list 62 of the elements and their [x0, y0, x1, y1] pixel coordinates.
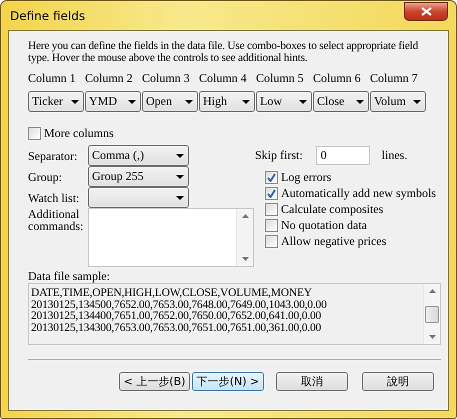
dialog-button[interactable]: 取消: [276, 372, 348, 391]
column-label: Column 5: [256, 71, 305, 87]
field-label: Group:: [28, 170, 63, 182]
dialog-button[interactable]: 說明: [362, 372, 434, 391]
caret-icon: [185, 100, 193, 104]
field-label: Watch list:: [28, 192, 80, 204]
column-combo[interactable]: High: [199, 91, 255, 112]
scroll-down-icon[interactable]: [428, 335, 436, 339]
caret-icon: [128, 100, 136, 104]
checkbox-label: More columns: [44, 126, 114, 140]
checkbox-label: No quotation data: [281, 218, 367, 232]
column-combo[interactable]: Low: [256, 91, 312, 112]
checkbox-label: Calculate composites: [281, 202, 384, 216]
checkbox-label: Log errors: [281, 170, 332, 184]
skip-lines-field[interactable]: 0: [316, 146, 370, 165]
column-label: Column 2: [85, 71, 134, 87]
dialog-button[interactable]: 下一步(N) >: [192, 372, 264, 391]
sample-text: DATE,TIME,OPEN,HIGH,LOW,CLOSE,VOLUME,MONEY 20130125,134500,7652.00,7653.00,7648.00,7649.00,1043.00,0.00 20130125,134400,7651.00,7652.00,7650.00,7652.00,641.00,0.00 20130125,134300,7653.00,7653.00,7651.00,7651.00,361.00,0.00: [30, 286, 327, 336]
column-combo[interactable]: Volum: [370, 91, 426, 112]
watch-list-combo[interactable]: [88, 187, 189, 208]
close-button[interactable]: [404, 2, 448, 21]
checkbox-label: Allow negative prices: [281, 234, 386, 248]
column-label: Column 4: [199, 71, 248, 87]
column-label: Column 6: [313, 71, 362, 87]
checkbox[interactable]: [265, 234, 278, 248]
field-label: Additional commands:: [28, 208, 84, 235]
window-title: Define fields: [10, 8, 86, 22]
caret-icon: [413, 100, 421, 104]
scroll-up-icon[interactable]: [242, 214, 248, 218]
checkbox[interactable]: [265, 202, 278, 216]
column-combo[interactable]: YMD: [85, 91, 141, 112]
intro-text: Here you can define the fields in the data file. Use combo-boxes to select appropriate field type. Hover the mouse above the controls to see additional hints.: [28, 40, 420, 64]
separator-combo[interactable]: Comma (,): [88, 145, 189, 166]
scroll-up-icon[interactable]: [428, 289, 436, 293]
section-label: Data file sample:: [28, 270, 111, 282]
field-label: Skip first:: [255, 148, 303, 163]
caret-icon: [299, 100, 307, 104]
field-label: Separator:: [28, 150, 78, 162]
checkbox[interactable]: [28, 126, 41, 140]
scroll-down-icon[interactable]: [242, 257, 248, 261]
caret-icon: [71, 100, 79, 104]
caret-icon: [176, 174, 184, 178]
dialog-button[interactable]: < 上一步(B): [119, 372, 190, 391]
column-label: Column 3: [142, 71, 191, 87]
scroll-thumb[interactable]: [425, 306, 439, 322]
checkbox-label: Automatically add new symbols: [281, 186, 436, 200]
column-combo[interactable]: Ticker: [28, 91, 84, 112]
column-label: Column 7: [370, 71, 419, 87]
checkbox[interactable]: [265, 170, 278, 184]
checkbox[interactable]: [265, 186, 278, 200]
checkbox[interactable]: [265, 218, 278, 232]
column-label: Column 1: [28, 71, 77, 87]
column-combo[interactable]: Close: [313, 91, 369, 112]
caret-icon: [356, 100, 364, 104]
group-combo[interactable]: Group 255: [88, 166, 189, 187]
close-icon: [420, 7, 432, 16]
field-label: lines.: [382, 148, 408, 163]
caret-icon: [242, 100, 250, 104]
caret-icon: [176, 154, 184, 158]
column-combo[interactable]: Open: [142, 91, 198, 112]
commands-field[interactable]: [88, 208, 254, 267]
caret-icon: [176, 196, 184, 200]
